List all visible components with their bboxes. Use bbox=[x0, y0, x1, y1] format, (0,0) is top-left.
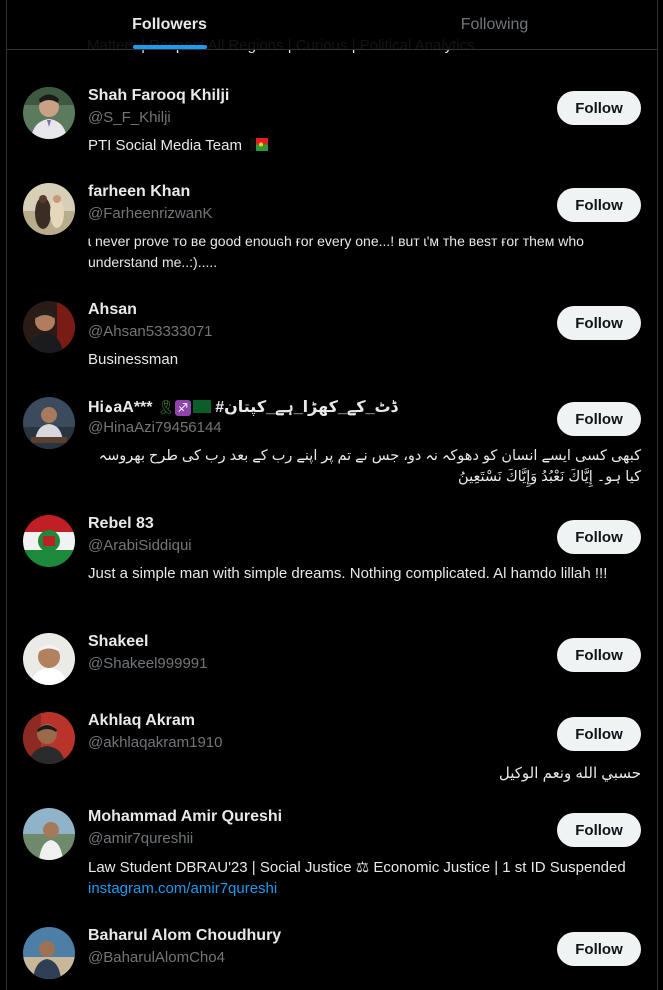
tab-following[interactable]: Following bbox=[332, 0, 657, 49]
follow-button[interactable]: Follow bbox=[557, 638, 641, 672]
user-handle: @Shakeel999991 bbox=[88, 655, 208, 672]
user-bio: Just a simple man with simple dreams. No… bbox=[88, 565, 608, 582]
user-handle: @amir7qureshii bbox=[88, 830, 194, 847]
user-name[interactable]: Shah Farooq Khilji bbox=[88, 87, 229, 105]
tab-followers[interactable]: Followers bbox=[7, 0, 332, 49]
user-handle: @ArabiSiddiqui bbox=[88, 537, 192, 554]
avatar[interactable] bbox=[23, 712, 75, 764]
avatar[interactable] bbox=[23, 87, 75, 139]
user-handle: @Ahsan53333071 bbox=[88, 323, 213, 340]
user-handle: @HinaAzi79456144 bbox=[88, 419, 222, 436]
avatar[interactable] bbox=[23, 927, 75, 979]
tab-bar: Followers Following bbox=[7, 0, 657, 50]
bio-link[interactable]: instagram.com/amir7qureshi bbox=[88, 880, 277, 897]
avatar[interactable] bbox=[23, 397, 75, 449]
follow-button[interactable]: Follow bbox=[557, 717, 641, 751]
tab-followers-label: Followers bbox=[132, 15, 207, 33]
user-handle: @akhlaqakram1910 bbox=[88, 734, 223, 751]
follow-button[interactable]: Follow bbox=[557, 402, 641, 436]
user-bio: ɩ never prove ᴛo ʙe good enouɢh ғor ever… bbox=[88, 233, 584, 270]
user-bio: Businessman bbox=[88, 351, 179, 368]
emoji-icons: 🎗 ♐ bbox=[157, 400, 215, 416]
user-bio: Law Student DBRAU'23 | Social Justice ⚖ … bbox=[88, 857, 641, 899]
user-name-hashtag: ڈٹ_کے_کھڑا_ہے_کپتان# bbox=[215, 399, 398, 416]
user-name[interactable]: Akhlaq Akram bbox=[88, 712, 195, 730]
user-handle: @FarheenrizwanK bbox=[88, 205, 213, 222]
user-bio: PTI Social Media Team bbox=[88, 135, 641, 156]
avatar[interactable] bbox=[23, 183, 75, 235]
user-name[interactable]: Rebel 83 bbox=[88, 515, 154, 533]
follow-button[interactable]: Follow bbox=[557, 520, 641, 554]
followers-panel: Followers Following Matters | Respect Al… bbox=[6, 0, 658, 990]
user-handle: @S_F_Khilji bbox=[88, 109, 171, 126]
follow-button[interactable]: Follow bbox=[557, 813, 641, 847]
user-name[interactable]: Ahsan bbox=[88, 301, 137, 319]
user-bio-text: PTI Social Media Team bbox=[88, 137, 242, 154]
follow-button[interactable]: Follow bbox=[557, 188, 641, 222]
flag-icon bbox=[250, 138, 269, 151]
follow-button[interactable]: Follow bbox=[557, 91, 641, 125]
user-name[interactable]: Baharul Alom Choudhury bbox=[88, 927, 281, 945]
user-bio: حسبي الله ونعم الوكيل bbox=[498, 765, 641, 782]
user-name[interactable]: Mohammad Amir Qureshi bbox=[88, 808, 282, 826]
user-name-text: HiہaA*** bbox=[88, 399, 153, 416]
active-tab-indicator bbox=[132, 45, 207, 49]
user-bio-text: Law Student DBRAU'23 | Social Justice ⚖ … bbox=[88, 859, 626, 876]
follow-button[interactable]: Follow bbox=[557, 306, 641, 340]
user-name[interactable]: HiہaA*** 🎗 ♐ ڈٹ_کے_کھڑا_ہے_کپتان# bbox=[88, 397, 398, 417]
avatar[interactable] bbox=[23, 633, 75, 685]
user-bio: کبھی کسی ایسے انسان کو دھوکہ نہ دو، جس ن… bbox=[98, 448, 641, 485]
user-handle: @BaharulAlomCho4 bbox=[88, 949, 225, 966]
user-name[interactable]: farheen Khan bbox=[88, 183, 190, 201]
user-name[interactable]: Shakeel bbox=[88, 633, 148, 651]
avatar[interactable] bbox=[23, 301, 75, 353]
follow-button[interactable]: Follow bbox=[557, 932, 641, 966]
avatar[interactable] bbox=[23, 515, 75, 567]
tab-following-label: Following bbox=[460, 15, 529, 33]
avatar[interactable] bbox=[23, 808, 75, 860]
